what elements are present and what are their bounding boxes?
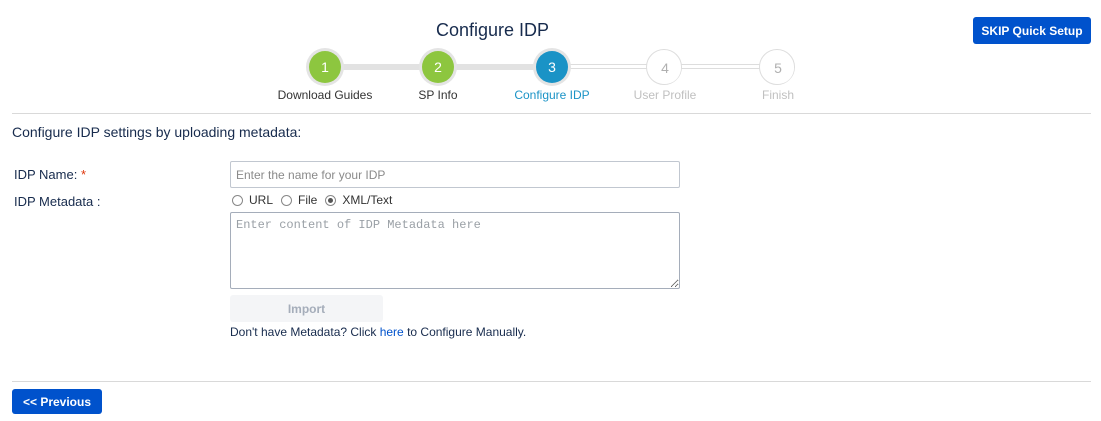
import-button[interactable]: Import: [230, 295, 383, 322]
step-label-sp-info: SP Info: [418, 88, 458, 102]
step-number: 2: [422, 51, 454, 83]
manual-config-help: Don't have Metadata? Click here to Confi…: [230, 325, 526, 339]
step-number: 3: [536, 51, 568, 83]
help-suffix: to Configure Manually.: [403, 325, 527, 339]
idp-name-input[interactable]: [230, 161, 680, 188]
metadata-source-radio-group: URL File XML/Text: [232, 193, 400, 207]
required-marker: *: [80, 167, 87, 182]
idp-name-label: IDP Name: *: [14, 167, 86, 182]
radio-url-label: URL: [249, 193, 274, 207]
idp-metadata-textarea[interactable]: [230, 212, 680, 289]
configure-manually-link[interactable]: here: [380, 325, 404, 339]
wizard-step-4: 4: [646, 49, 682, 85]
step-label-finish: Finish: [761, 88, 794, 102]
bottom-divider: [12, 381, 1091, 382]
section-heading: Configure IDP settings by uploading meta…: [12, 124, 302, 140]
wizard-step-3[interactable]: 3: [533, 48, 571, 86]
wizard-step-5: 5: [759, 49, 795, 85]
radio-url-button[interactable]: [232, 194, 243, 206]
wizard-step-2[interactable]: 2: [419, 48, 457, 86]
radio-url[interactable]: URL: [232, 193, 273, 207]
help-prefix: Don't have Metadata? Click: [230, 325, 380, 339]
idp-metadata-label: IDP Metadata :: [14, 194, 101, 209]
radio-file-button[interactable]: [281, 194, 293, 206]
step-label-configure-idp: Configure IDP: [514, 88, 590, 102]
step-number: 1: [309, 51, 341, 83]
step-label-user-profile: User Profile: [633, 88, 697, 102]
radio-xml-text[interactable]: XML/Text: [325, 193, 392, 207]
wizard-step-1[interactable]: 1: [306, 48, 344, 86]
radio-xml-text-button[interactable]: [325, 194, 337, 206]
step-number: 4: [649, 52, 681, 84]
radio-file-label: File: [298, 193, 318, 207]
step-number: 5: [762, 52, 794, 84]
setup-wizard-progress: 1 2 3 4 5 Download Guides SP Info Config…: [0, 0, 1101, 110]
step-label-download-guides: Download Guides: [277, 88, 373, 102]
radio-xml-text-label: XML/Text: [342, 193, 393, 207]
radio-file[interactable]: File: [281, 193, 317, 207]
previous-button[interactable]: << Previous: [12, 389, 102, 414]
idp-name-label-text: IDP Name:: [14, 167, 78, 182]
top-divider: [12, 113, 1091, 114]
